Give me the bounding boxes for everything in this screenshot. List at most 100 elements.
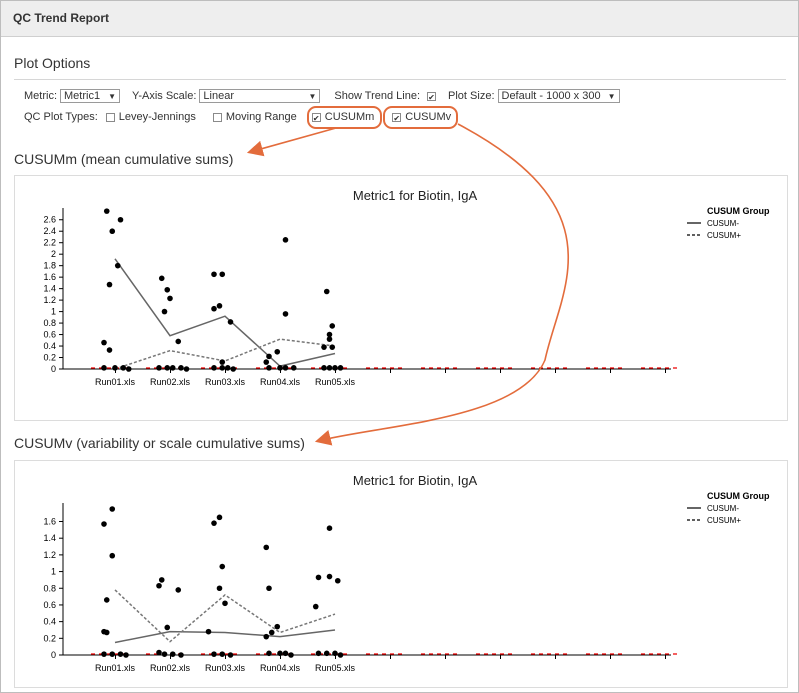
data-point (216, 303, 223, 309)
data-point (277, 365, 283, 371)
plot-size-label: Plot Size: (448, 90, 495, 102)
y-tick-label: 2.6 (43, 215, 56, 225)
legend-label: CUSUM+ (707, 231, 741, 240)
data-point (263, 544, 270, 551)
plot-options-heading: Plot Options (14, 55, 91, 71)
chart-title: Metric1 for Biotin, IgA (353, 473, 478, 488)
series-line-cusum (114, 258, 336, 367)
legend-label: CUSUM- (707, 219, 739, 228)
y-tick-label: 2.2 (43, 238, 56, 248)
y-tick-label: 0.4 (43, 617, 56, 627)
data-point (219, 563, 226, 570)
metric-select-value: Metric1 (64, 90, 101, 102)
data-point (263, 633, 270, 640)
data-point (266, 650, 272, 657)
y-tick-label: 0.6 (43, 330, 56, 340)
data-point (178, 365, 184, 371)
x-tick-label: Run03.xls (205, 663, 246, 673)
x-tick-label: Run03.xls (205, 377, 246, 387)
y-axis-select[interactable]: Linear ▼ (199, 89, 321, 103)
y-tick-label: 1.6 (43, 517, 56, 527)
y-axis-label: Y-Axis Scale: (132, 90, 197, 102)
chart-title: Metric1 for Biotin, IgA (353, 188, 478, 203)
data-point (161, 651, 168, 657)
y-tick-label: 1 (51, 307, 56, 317)
data-point (101, 651, 107, 657)
data-point (315, 574, 322, 581)
chevron-down-icon: ▼ (308, 91, 317, 101)
moving-range-label: Moving Range (225, 111, 297, 123)
data-point (109, 552, 116, 559)
y-tick-label: 1.2 (43, 550, 56, 560)
report-title: QC Trend Report (13, 11, 110, 25)
data-point (219, 365, 226, 371)
data-point (334, 577, 341, 584)
plot-size-select[interactable]: Default - 1000 x 300 ▼ (497, 89, 620, 103)
data-point (222, 600, 228, 607)
data-point (263, 359, 270, 365)
data-point (268, 629, 275, 636)
data-point (123, 652, 129, 658)
data-point (175, 587, 182, 593)
x-tick-label: Run05.xls (315, 663, 356, 673)
x-tick-label: Run02.xls (150, 377, 191, 387)
data-point (219, 651, 226, 657)
cusumv-plot-panel: Metric1 for Biotin, IgA 0 0.2 0.4 0.6 0.8 1 1.2… (14, 460, 788, 688)
data-point (321, 344, 327, 350)
y-tick-label: 0.2 (43, 633, 56, 643)
chevron-down-icon: ▼ (607, 91, 616, 101)
data-point (219, 271, 226, 278)
data-point (337, 365, 344, 371)
data-point (156, 365, 162, 371)
options-row-1: Metric: Metric1 ▼ Y-Axis Scale: Linear ▼… (24, 89, 620, 103)
y-tick-label: 0 (51, 650, 56, 660)
data-point (164, 286, 171, 293)
chevron-down-icon: ▼ (108, 91, 116, 101)
y-tick-label: 2 (51, 249, 56, 259)
y-tick-label: 1.2 (43, 295, 56, 305)
data-point (120, 365, 127, 371)
legend-label: CUSUM- (707, 504, 739, 513)
y-tick-label: 0.8 (43, 318, 56, 328)
data-point (101, 521, 107, 527)
data-point (227, 319, 234, 325)
legend-title: CUSUM Group (707, 206, 770, 216)
data-point (326, 365, 333, 371)
cusumm-plot-panel: Metric1 for Biotin, IgA 0 0.2 0.4 0.6 0.8 1 1.2… (14, 175, 788, 421)
x-tick-label: Run04.xls (260, 663, 301, 673)
plot-size-select-value: Default - 1000 x 300 (501, 90, 601, 102)
levey-jennings-checkbox[interactable] (105, 112, 115, 122)
legend-title: CUSUM Group (707, 491, 770, 501)
y-tick-label: 1 (51, 567, 56, 577)
data-point (332, 365, 338, 371)
data-point (216, 514, 223, 521)
data-point (282, 237, 289, 243)
data-point (329, 323, 336, 329)
data-point (164, 624, 171, 631)
data-point (117, 651, 124, 657)
data-point (266, 585, 272, 592)
data-point (282, 650, 289, 657)
data-point (158, 577, 165, 583)
metric-select[interactable]: Metric1 ▼ (60, 89, 120, 103)
x-tick-label: Run01.xls (95, 663, 136, 673)
y-tick-label: 1.8 (43, 261, 56, 271)
y-tick-label: 0.8 (43, 583, 56, 593)
metric-label: Metric: (24, 90, 57, 102)
data-point (219, 359, 226, 365)
data-point (158, 275, 165, 282)
series-line-cusum (114, 629, 336, 644)
cusumv-highlight (383, 106, 458, 129)
plot-types-label: QC Plot Types: (24, 111, 98, 123)
y-tick-label: 1.4 (43, 533, 56, 543)
data-point (288, 652, 294, 658)
data-point (167, 295, 173, 302)
trend-line-checkbox[interactable]: ✔ (427, 91, 437, 102)
trend-line-label: Show Trend Line: (334, 90, 421, 102)
data-point (323, 288, 330, 295)
data-point (274, 348, 281, 355)
moving-range-checkbox[interactable] (212, 112, 222, 122)
data-point (169, 365, 176, 371)
data-point (103, 597, 110, 603)
data-point (156, 649, 162, 656)
